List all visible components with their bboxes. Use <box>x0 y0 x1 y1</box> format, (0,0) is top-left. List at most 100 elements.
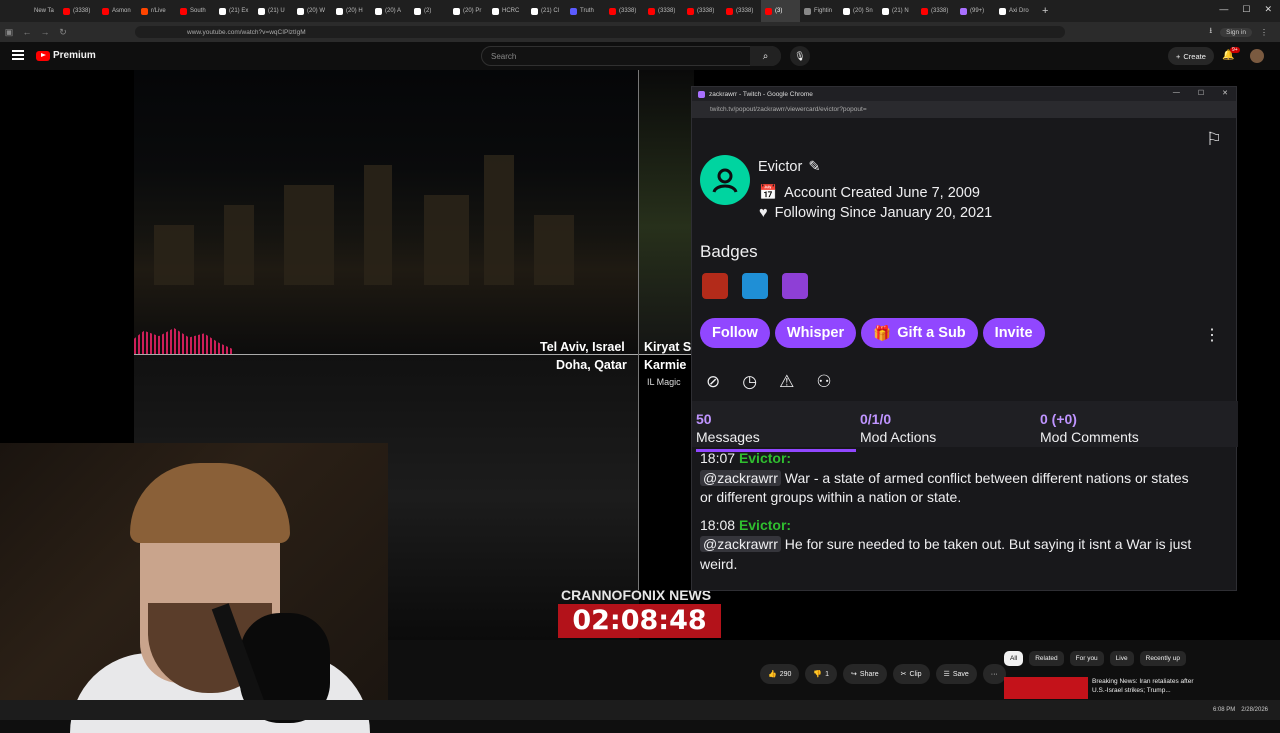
create-button[interactable]: + Create <box>1168 47 1214 65</box>
countdown-timer: 02:08:48 <box>558 604 721 638</box>
dislike-button[interactable]: 👎 1 <box>805 664 838 684</box>
close-icon[interactable]: ✕ <box>1222 89 1228 97</box>
badges-heading: Badges <box>700 242 758 261</box>
search-input[interactable]: Search <box>481 46 781 66</box>
tab-mod-comments[interactable]: 0 (+0) Mod Comments <box>1040 411 1139 445</box>
location-label: IL Magic <box>647 377 681 387</box>
browser-tab[interactable]: HCRC <box>488 0 527 22</box>
browser-tab[interactable]: (3338) <box>644 0 683 22</box>
browser-tab[interactable]: (21) N <box>878 0 917 22</box>
clip-button[interactable]: ✂ Clip <box>892 664 930 684</box>
follow-button[interactable]: Follow <box>700 318 770 348</box>
youtube-icon <box>648 7 655 15</box>
browser-tab[interactable]: (3338) <box>683 0 722 22</box>
browser-tab[interactable]: r/Live <box>137 0 176 22</box>
sign-in-button[interactable]: Sign in <box>1220 27 1252 37</box>
ban-icon[interactable]: ⊘ <box>706 372 720 392</box>
browser-tab[interactable]: Asmon <box>98 0 137 22</box>
browser-tab[interactable]: (20) W <box>293 0 332 22</box>
browser-tab[interactable]: (3338) <box>605 0 644 22</box>
x-icon <box>336 7 343 15</box>
hamburger-menu-icon[interactable] <box>12 50 24 60</box>
close-icon[interactable]: ✕ <box>1264 4 1272 15</box>
sidebar-icon[interactable]: ▣ <box>0 27 18 38</box>
browser-tab[interactable]: (21) U <box>254 0 293 22</box>
browser-tab-active[interactable]: (3) <box>761 0 800 22</box>
search-icon[interactable]: ⌕ <box>750 46 781 66</box>
warning-icon[interactable]: ⚠ <box>779 372 794 392</box>
username: Evictor ✎ <box>758 159 821 175</box>
chat-message: 18:08 Evictor: @zackrawrr He for sure ne… <box>700 516 1192 572</box>
user-stats: 50 Messages 0/1/0 Mod Actions 0 (+0) Mod Co… <box>692 401 1238 447</box>
tab-messages[interactable]: 50 Messages <box>696 411 760 445</box>
recommended-thumbnail[interactable] <box>1004 677 1088 699</box>
download-icon[interactable]: ⭳ <box>1209 25 1212 39</box>
browser-tab[interactable]: (20) Sn <box>839 0 878 22</box>
save-icon: ☰ <box>943 671 950 678</box>
user-info: 📅 Account Created June 7, 2009 ♥ Following… <box>759 185 993 221</box>
youtube-logo[interactable]: Premium <box>36 50 96 61</box>
reload-icon[interactable]: ↻ <box>54 27 72 38</box>
browser-tab[interactable]: (3338) <box>722 0 761 22</box>
address-bar[interactable]: www.youtube.com/watch?v=wqCIPlztIgM <box>135 26 1065 38</box>
building <box>534 215 574 285</box>
chip-related[interactable]: Related <box>1029 651 1064 666</box>
maximize-icon[interactable]: ☐ <box>1242 4 1250 15</box>
x-icon <box>414 7 421 15</box>
avatar[interactable] <box>1250 49 1264 63</box>
browser-tab[interactable]: (20) Pr <box>449 0 488 22</box>
forward-icon[interactable]: → <box>36 27 54 37</box>
browser-tab[interactable]: Fightin <box>800 0 839 22</box>
save-button[interactable]: ☰ Save <box>935 664 977 684</box>
browser-tab[interactable]: (3338) <box>59 0 98 22</box>
browser-tab[interactable]: (2) <box>410 0 449 22</box>
divider <box>134 354 694 355</box>
youtube-icon <box>726 7 733 15</box>
youtube-icon <box>921 7 928 15</box>
location-label: Kiryat S <box>644 340 692 354</box>
browser-tab[interactable]: New Ta <box>20 0 59 22</box>
like-button[interactable]: 👍 290 <box>760 664 800 684</box>
prime-crown-badge-icon[interactable] <box>742 273 768 299</box>
browser-tab[interactable]: South <box>176 0 215 22</box>
recommendation-chips: All Related For you Live Recently up <box>1004 651 1186 666</box>
badge-icon[interactable] <box>782 273 808 299</box>
browser-tab[interactable]: (99+) <box>956 0 995 22</box>
back-icon[interactable]: ← <box>18 27 36 37</box>
browser-tab[interactable]: (20) A <box>371 0 410 22</box>
browser-tab[interactable]: Axi Dro <box>995 0 1034 22</box>
youtube-play-icon <box>36 50 50 61</box>
chip-all[interactable]: All <box>1004 651 1024 666</box>
more-options-icon[interactable]: ⋮ <box>1204 325 1220 345</box>
recommended-title[interactable]: Breaking News: Iran retaliates after U.S… <box>1092 677 1200 695</box>
browser-tab[interactable]: (21) Cl <box>527 0 566 22</box>
browser-tab[interactable]: Truth <box>566 0 605 22</box>
add-mod-icon[interactable]: ⚇ <box>816 372 831 392</box>
chip-live[interactable]: Live <box>1109 651 1134 666</box>
minimize-icon[interactable]: — <box>1173 89 1180 97</box>
new-tab-icon[interactable]: + <box>1042 5 1048 17</box>
maximize-icon[interactable]: ☐ <box>1198 89 1204 97</box>
badge-icon[interactable] <box>702 273 728 299</box>
scrollbar[interactable] <box>1231 455 1234 585</box>
browser-tab[interactable]: (21) Ex <box>215 0 254 22</box>
gift-sub-button[interactable]: 🎁 Gift a Sub <box>861 318 978 348</box>
microphone-icon[interactable]: 🎙 <box>790 46 810 66</box>
minimize-icon[interactable]: — <box>1219 4 1228 15</box>
building <box>154 225 194 285</box>
popup-address-bar[interactable]: twitch.tv/popout/zackrawrr/viewercard/ev… <box>692 101 1236 118</box>
menu-dots-icon[interactable]: ⋮ <box>1260 28 1268 37</box>
pencil-icon[interactable]: ✎ <box>808 159 820 175</box>
city-skyline-feed <box>134 70 639 355</box>
chip-recently-uploaded[interactable]: Recently up <box>1139 651 1186 666</box>
tab-mod-actions[interactable]: 0/1/0 Mod Actions <box>860 411 936 445</box>
browser-tab[interactable]: (3338) <box>917 0 956 22</box>
report-flag-icon[interactable]: ⚐ <box>1206 129 1222 150</box>
chip-for-you[interactable]: For you <box>1069 651 1104 666</box>
browser-tab[interactable]: (20) H <box>332 0 371 22</box>
invite-button[interactable]: Invite <box>982 318 1045 348</box>
whisper-button[interactable]: Whisper <box>774 318 857 348</box>
share-button[interactable]: ↪ Share <box>843 664 887 684</box>
more-button[interactable]: ··· <box>982 664 1006 684</box>
timeout-icon[interactable]: ◷ <box>742 372 757 392</box>
